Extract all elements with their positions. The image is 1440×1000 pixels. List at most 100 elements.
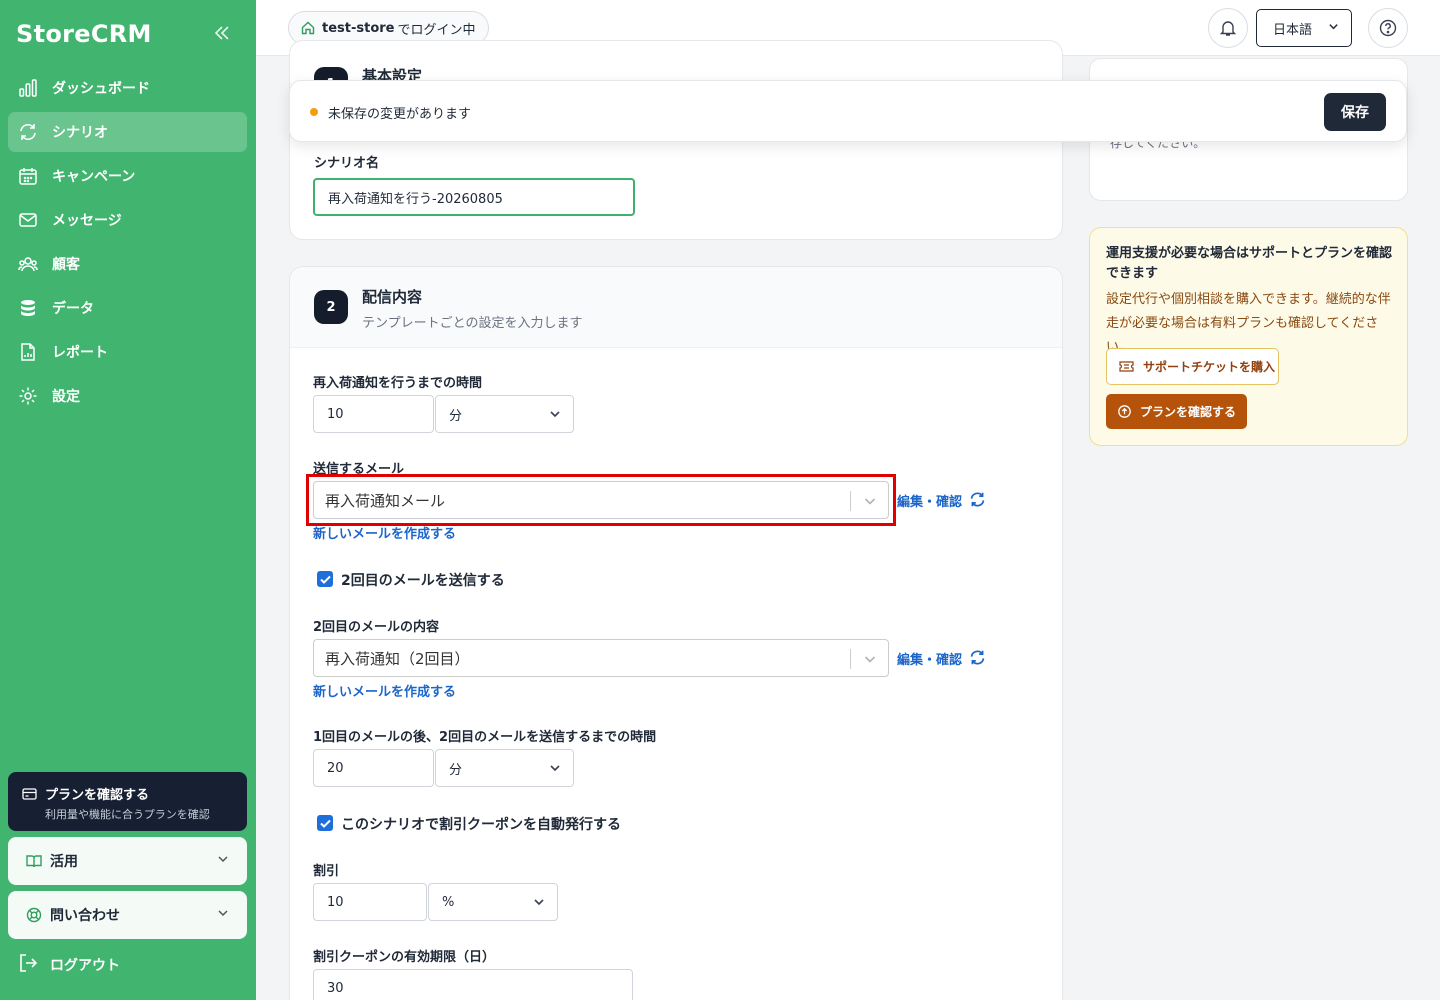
sidebar-item-report[interactable]: レポート xyxy=(8,332,247,372)
unit-value: 分 xyxy=(449,408,463,424)
section-number-badge: 2 xyxy=(314,290,348,324)
wait-time-input[interactable]: 10 xyxy=(313,395,434,433)
chevron-down-icon xyxy=(863,652,877,670)
refresh-icon[interactable] xyxy=(969,649,986,670)
accordion-contact[interactable]: 問い合わせ xyxy=(8,891,247,939)
refresh-icon[interactable] xyxy=(969,491,986,512)
chevron-down-icon xyxy=(217,907,229,923)
accordion-usage[interactable]: 活用 xyxy=(8,837,247,885)
second-mail-select-value: 再入荷通知（2回目） xyxy=(325,649,470,668)
sidebar-item-settings[interactable]: 設定 xyxy=(8,376,247,416)
credit-card-icon xyxy=(22,787,37,800)
edit-mail-link[interactable]: 編集・確認 xyxy=(897,491,962,510)
sidebar-item-label: 顧客 xyxy=(52,257,80,273)
sidebar-item-label: 設定 xyxy=(52,389,80,405)
chevron-down-icon xyxy=(549,408,561,424)
chevron-down-icon xyxy=(1328,21,1339,36)
interval-input[interactable]: 20 xyxy=(313,749,434,787)
chevron-down-icon xyxy=(533,896,545,912)
accordion-label: 問い合わせ xyxy=(50,908,120,924)
second-mail-checkbox-label[interactable]: 2回目のメールを送信する xyxy=(341,570,505,590)
notifications-button[interactable] xyxy=(1208,8,1248,48)
chart-icon xyxy=(18,78,38,98)
unsaved-changes-bar: 未保存の変更があります 保存 xyxy=(289,80,1407,142)
sidebar-item-scenario[interactable]: シナリオ xyxy=(8,112,247,152)
section-header: 2 配信内容 テンプレートごとの設定を入力します xyxy=(290,267,1062,348)
save-button[interactable]: 保存 xyxy=(1324,93,1386,131)
bell-icon xyxy=(1219,19,1237,37)
support-card: 運用支援が必要な場合はサポートとプランを確認できます 設定代行や個別相談を購入で… xyxy=(1089,227,1408,446)
help-button[interactable] xyxy=(1368,8,1408,48)
sidebar-item-label: データ xyxy=(52,301,94,317)
gear-icon xyxy=(18,386,38,406)
expiry-label: 割引クーポンの有効期限（日） xyxy=(313,950,496,965)
edit-second-mail-link[interactable]: 編集・確認 xyxy=(897,649,962,668)
new-second-mail-link[interactable]: 新しいメールを作成する xyxy=(313,681,456,700)
sidebar-item-message[interactable]: メッセージ xyxy=(8,200,247,240)
lifebuoy-icon xyxy=(26,907,42,923)
logout-button[interactable]: ログアウト xyxy=(18,953,120,977)
scenario-name-input[interactable]: 再入荷通知を行う-20260805 xyxy=(313,178,635,216)
file-chart-icon xyxy=(18,342,38,362)
sidebar-item-campaign[interactable]: キャンペーン xyxy=(8,156,247,196)
help-icon xyxy=(1379,19,1397,37)
mail-icon xyxy=(18,210,38,230)
chevron-down-icon xyxy=(549,762,561,778)
chevron-down-icon xyxy=(217,853,229,869)
sidebar-item-label: メッセージ xyxy=(52,213,122,229)
home-icon xyxy=(301,21,315,35)
ticket-icon xyxy=(1119,361,1134,372)
section-subtitle: テンプレートごとの設定を入力します xyxy=(362,316,583,331)
wait-time-unit-select[interactable]: 分 xyxy=(435,395,574,433)
unit-value: % xyxy=(442,894,455,910)
second-mail-select[interactable]: 再入荷通知（2回目） xyxy=(313,639,889,677)
interval-unit-select[interactable]: 分 xyxy=(435,749,574,787)
logout-icon xyxy=(18,953,38,977)
coupon-checkbox-label[interactable]: このシナリオで割引クーポンを自動発行する xyxy=(341,814,621,834)
app-logo[interactable]: StoreCRM xyxy=(16,20,152,48)
ticket-button-label: サポートチケットを購入 xyxy=(1143,360,1276,374)
calendar-icon xyxy=(18,166,38,186)
database-icon xyxy=(18,298,38,318)
store-name: test-store xyxy=(322,20,395,36)
view-plan-button[interactable]: プランを確認する xyxy=(1106,394,1247,429)
plan-button-label: プランを確認する xyxy=(1140,405,1237,419)
plan-card-title: プランを確認する xyxy=(45,788,150,803)
scenario-name-label: シナリオ名 xyxy=(314,156,380,171)
sidebar-item-data[interactable]: データ xyxy=(8,288,247,328)
sidebar: StoreCRM ダッシュボード シナリオ キャンペーン メッセージ 顧客 デー… xyxy=(0,0,256,1000)
highlight-box xyxy=(306,474,896,526)
interval-label: 1回目のメールの後、2回目のメールを送信するまでの時間 xyxy=(313,730,657,745)
second-mail-checkbox[interactable] xyxy=(317,571,333,587)
unsaved-text: 未保存の変更があります xyxy=(328,107,472,122)
users-icon xyxy=(18,254,38,274)
arrow-up-circle-icon xyxy=(1118,405,1131,418)
new-mail-link[interactable]: 新しいメールを作成する xyxy=(313,523,456,542)
sidebar-item-label: レポート xyxy=(52,345,108,361)
sidebar-item-customers[interactable]: 顧客 xyxy=(8,244,247,284)
collapse-sidebar-icon[interactable] xyxy=(214,22,230,46)
expiry-input[interactable]: 30 xyxy=(313,969,633,1000)
plan-card-subtitle: 利用量や機能に合うプランを確認 xyxy=(45,808,210,821)
sidebar-item-label: キャンペーン xyxy=(52,169,136,185)
language-select[interactable]: 日本語 xyxy=(1256,9,1352,47)
discount-input[interactable]: 10 xyxy=(313,883,427,921)
section-title: 配信内容 xyxy=(362,288,423,306)
logout-label: ログアウト xyxy=(50,958,120,974)
sidebar-item-dashboard[interactable]: ダッシュボード xyxy=(8,68,247,108)
language-value: 日本語 xyxy=(1273,22,1313,38)
select-separator xyxy=(850,649,851,669)
plan-card[interactable]: プランを確認する 利用量や機能に合うプランを確認 xyxy=(8,772,247,831)
unit-value: 分 xyxy=(449,762,463,778)
sidebar-item-label: ダッシュボード xyxy=(52,81,150,97)
second-mail-label: 2回目のメールの内容 xyxy=(313,620,440,635)
accordion-label: 活用 xyxy=(50,854,78,870)
sidebar-nav: ダッシュボード シナリオ キャンペーン メッセージ 顧客 データ レポート 設定 xyxy=(8,68,247,420)
buy-support-ticket-button[interactable]: サポートチケットを購入 xyxy=(1106,348,1279,385)
coupon-checkbox[interactable] xyxy=(317,815,333,831)
refresh-icon xyxy=(18,122,38,142)
discount-unit-select[interactable]: % xyxy=(428,883,558,921)
warning-dot xyxy=(310,108,318,116)
login-status: でログイン中 xyxy=(397,22,476,38)
wait-time-label: 再入荷通知を行うまでの時間 xyxy=(313,376,483,391)
